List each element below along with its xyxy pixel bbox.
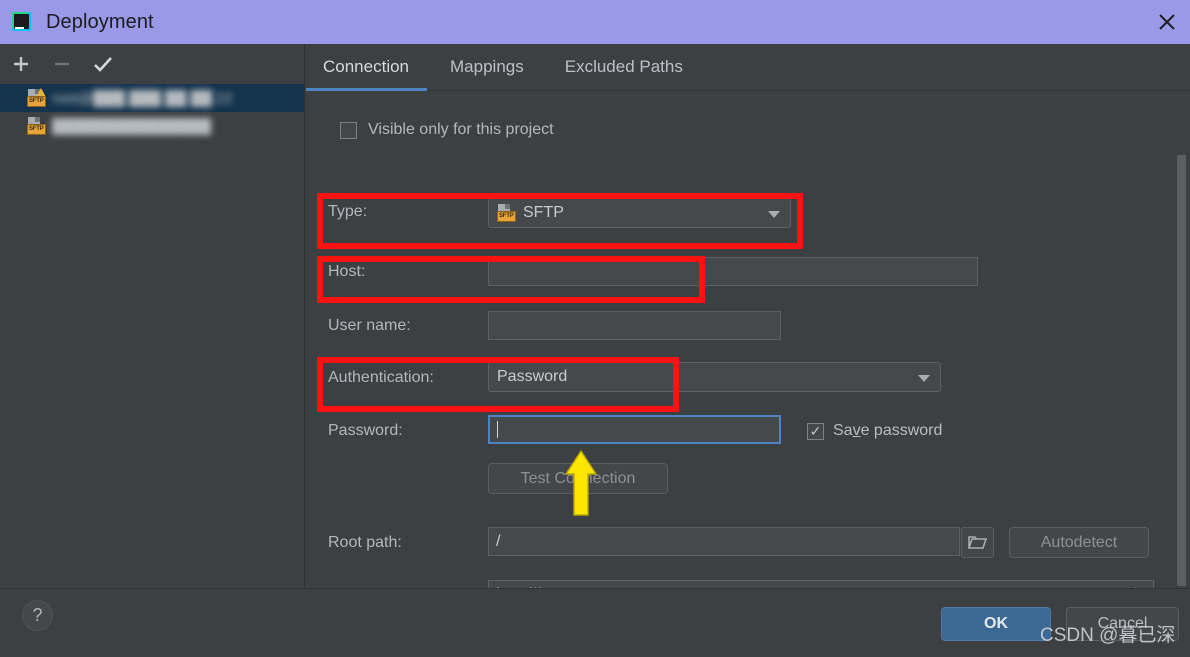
- authentication-value: Password: [497, 368, 568, 385]
- password-label: Password:: [328, 422, 403, 439]
- list-item-label: root@███.███.██.██:22: [52, 89, 233, 107]
- host-label: Host:: [328, 263, 366, 280]
- connection-settings-pane: Connection Mappings Excluded Paths Visib…: [305, 44, 1190, 609]
- tab-connection[interactable]: Connection: [305, 44, 433, 91]
- visible-only-checkbox[interactable]: [340, 121, 357, 139]
- folder-icon[interactable]: [961, 527, 994, 558]
- type-value: SFTP: [523, 204, 564, 221]
- window-title: Deployment: [46, 10, 154, 33]
- list-item-label: ███████████████: [52, 117, 212, 135]
- sftp-warning-icon: SFTP: [27, 88, 46, 107]
- close-icon[interactable]: [1152, 7, 1182, 37]
- deployment-dialog: Deployment SFTP root@███.███.██.██:22 SF…: [0, 0, 1190, 657]
- settings-tabs: Connection Mappings Excluded Paths: [305, 44, 1190, 91]
- autodetect-button[interactable]: Autodetect: [1009, 527, 1149, 558]
- server-list: SFTP root@███.███.██.██:22 SFTP ████████…: [0, 84, 304, 140]
- visible-only-checkbox-row: Visible only for this project: [340, 121, 554, 139]
- pycharm-icon: [11, 11, 33, 33]
- vertical-scrollbar[interactable]: [1177, 155, 1186, 586]
- type-dropdown[interactable]: SFTP SFTP: [488, 198, 791, 228]
- list-item[interactable]: SFTP ███████████████: [0, 112, 304, 140]
- cancel-button[interactable]: Cancel: [1066, 607, 1179, 641]
- root-path-label: Root path:: [328, 534, 402, 551]
- minus-icon[interactable]: [50, 52, 74, 76]
- authentication-label: Authentication:: [328, 369, 434, 386]
- connection-form: Visible only for this project Type: SFTP…: [306, 91, 1190, 609]
- save-password-row: ✓ Save password: [807, 422, 942, 440]
- visible-only-label: Visible only for this project: [368, 121, 554, 138]
- help-button[interactable]: ?: [22, 600, 53, 631]
- type-label: Type:: [328, 203, 368, 220]
- sftp-icon: SFTP: [27, 117, 46, 135]
- list-item[interactable]: SFTP root@███.███.██.██:22: [0, 84, 304, 112]
- titlebar: Deployment: [0, 0, 1190, 44]
- tab-excluded-paths[interactable]: Excluded Paths: [548, 44, 707, 91]
- username-label: User name:: [328, 317, 411, 334]
- tab-mappings[interactable]: Mappings: [433, 44, 548, 91]
- save-password-checkbox[interactable]: ✓: [807, 422, 824, 440]
- server-list-toolbar: [0, 44, 304, 84]
- text-cursor: [497, 421, 498, 438]
- check-icon[interactable]: [91, 52, 115, 76]
- sftp-icon: SFTP: [497, 204, 516, 222]
- save-password-label: Save password: [833, 422, 943, 439]
- test-connection-button[interactable]: Test Connection: [488, 463, 668, 494]
- username-input[interactable]: [488, 311, 781, 340]
- host-input[interactable]: [488, 257, 978, 286]
- server-list-pane: SFTP root@███.███.██.██:22 SFTP ████████…: [0, 44, 305, 588]
- plus-icon[interactable]: [9, 52, 33, 76]
- chevron-down-icon: [768, 211, 780, 218]
- password-input[interactable]: [488, 415, 781, 444]
- root-path-value: /: [496, 532, 501, 550]
- authentication-dropdown[interactable]: Password: [488, 362, 941, 392]
- root-path-input[interactable]: /: [488, 527, 960, 556]
- ok-button[interactable]: OK: [941, 607, 1051, 641]
- chevron-down-icon: [918, 375, 930, 382]
